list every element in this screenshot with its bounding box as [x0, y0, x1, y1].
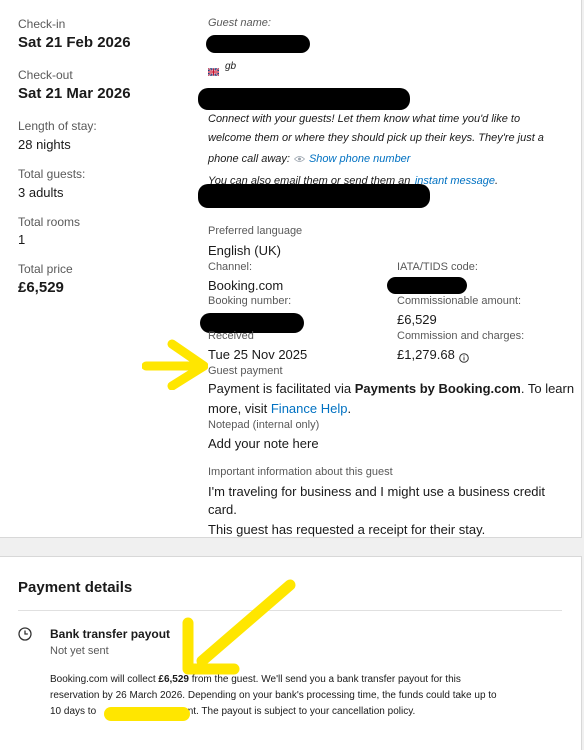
- add-note-link[interactable]: Add your note here: [208, 436, 319, 451]
- reservation-details-panel: Check-in Sat 21 Feb 2026 Check-out Sat 2…: [0, 0, 582, 538]
- total-guests-value: 3 adults: [18, 185, 64, 200]
- clock-icon: [18, 627, 32, 641]
- connect-text-line2: welcome them or where they should pick u…: [208, 132, 544, 144]
- finance-help-link[interactable]: Finance Help: [271, 401, 348, 416]
- preferred-language-label: Preferred language: [208, 225, 303, 237]
- connect-text-line1: Connect with your guests! Let them know …: [208, 113, 521, 125]
- payout-status: Not yet sent: [50, 645, 109, 657]
- annotation-arrow-payout: [182, 579, 296, 675]
- show-phone-link[interactable]: Show phone number: [309, 153, 411, 165]
- annotation-arrow: [142, 339, 208, 390]
- important-info-line2: card.: [208, 502, 237, 517]
- checkin-value: Sat 21 Feb 2026: [18, 34, 131, 51]
- commissionable-value: £6,529: [397, 312, 437, 327]
- commissionable-label: Commissionable amount:: [397, 295, 522, 307]
- channel-value: Booking.com: [208, 278, 284, 293]
- payment-text-a: Payment is facilitated via: [208, 381, 352, 396]
- guest-country: gb: [207, 61, 237, 76]
- redacted-iata-code: [387, 277, 467, 294]
- payment-details-title: Payment details: [18, 579, 133, 596]
- total-guests-label: Total guests:: [18, 167, 86, 181]
- info-icon[interactable]: [459, 350, 469, 363]
- notepad-label: Notepad (internal only): [208, 419, 320, 431]
- payout-desc-a: Booking.com will collect: [50, 674, 156, 685]
- total-price-label: Total price: [18, 262, 73, 276]
- total-price-value: £6,529: [18, 279, 64, 296]
- payment-text-d: .: [347, 401, 352, 416]
- redacted-guest-email: [198, 88, 410, 110]
- important-info-line1: I'm traveling for business and I might u…: [208, 484, 546, 499]
- total-rooms-value: 1: [18, 232, 26, 247]
- payment-text-c: more, visit: [208, 401, 268, 416]
- payment-text-b: . To learn: [520, 381, 575, 396]
- received-label: Received: [208, 330, 254, 342]
- redacted-guest-info: [198, 184, 430, 208]
- phone-line: phone call away: Show phone number: [208, 150, 410, 168]
- commission-value: £1,279.68: [397, 347, 455, 362]
- payment-text-line1: Payment is facilitated via Payments by B…: [208, 381, 574, 396]
- important-info-label: Important information about this guest: [208, 466, 393, 478]
- length-of-stay-label: Length of stay:: [18, 119, 97, 133]
- preferred-language-value: English (UK): [208, 243, 281, 258]
- redacted-payout-text: [104, 707, 190, 721]
- iata-label: IATA/TIDS code:: [397, 261, 478, 273]
- booking-number-label: Booking number:: [208, 295, 292, 307]
- payout-desc-d: nt. The payout is subject to your cancel…: [187, 706, 416, 717]
- payment-text-line2: more, visit Finance Help.: [208, 401, 351, 416]
- instant-message-link[interactable]: instant message: [415, 175, 495, 187]
- receipt-request-text: This guest has requested a receipt for t…: [208, 522, 486, 537]
- payout-title: Bank transfer payout: [50, 627, 171, 641]
- payout-desc-c: 10 days to: [50, 706, 97, 717]
- channel-label: Channel:: [208, 261, 253, 273]
- payout-desc-line2: reservation by 26 March 2026. Depending …: [50, 690, 497, 701]
- gb-flag-icon: [207, 63, 220, 76]
- checkout-value: Sat 21 Mar 2026: [18, 85, 131, 102]
- payment-details-panel: Payment details Bank transfer payout Not…: [0, 556, 582, 750]
- checkin-label: Check-in: [18, 17, 66, 31]
- eye-icon: [293, 150, 306, 168]
- guest-payment-label: Guest payment: [208, 365, 283, 377]
- guest-country-code: gb: [225, 61, 237, 72]
- payments-by-booking: Payments by Booking.com: [354, 381, 521, 396]
- checkout-label: Check-out: [18, 68, 73, 82]
- received-value: Tue 25 Nov 2025: [208, 347, 308, 362]
- guest-name-label: Guest name:: [208, 17, 271, 29]
- commission-value-row: £1,279.68: [397, 347, 469, 363]
- commission-label: Commission and charges:: [397, 330, 525, 342]
- connect-text-line3: phone call away:: [208, 153, 290, 165]
- redacted-guest-name: [206, 35, 310, 53]
- total-rooms-label: Total rooms: [18, 215, 81, 229]
- email-text-end: .: [494, 175, 499, 187]
- length-of-stay-value: 28 nights: [18, 137, 71, 152]
